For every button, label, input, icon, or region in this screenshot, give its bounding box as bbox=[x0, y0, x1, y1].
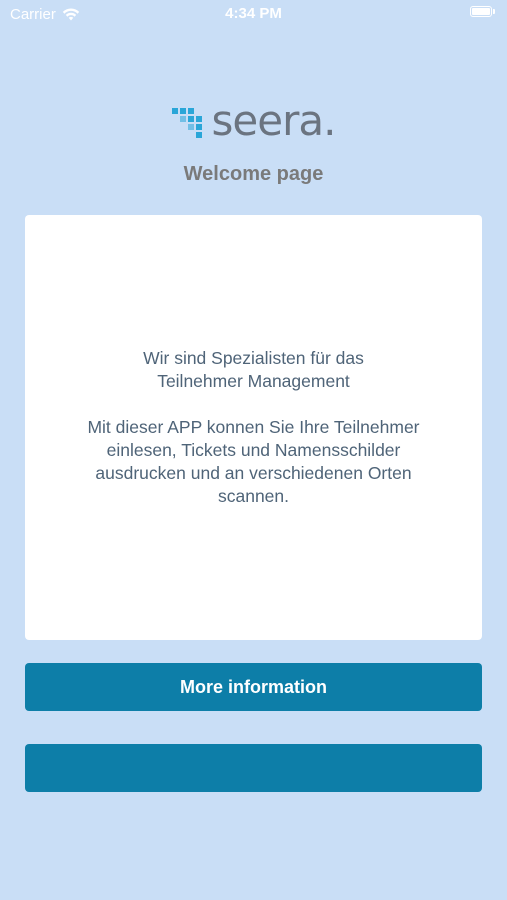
card-body-line: einlesen, Tickets und Namensschilder bbox=[106, 440, 401, 460]
logo-text: seera. bbox=[211, 96, 337, 145]
card-intro-line: Wir sind Spezialisten für das bbox=[143, 348, 364, 368]
status-time: 4:34 PM bbox=[225, 5, 282, 22]
more-information-button[interactable]: More information bbox=[25, 663, 482, 711]
secondary-button[interactable] bbox=[25, 744, 482, 792]
welcome-card: Wir sind Spezialisten für das Teilnehmer… bbox=[25, 215, 482, 640]
card-intro-line: Teilnehmer Management bbox=[157, 371, 350, 391]
battery-icon bbox=[470, 6, 495, 17]
status-bar: Carrier 4:34 PM bbox=[0, 0, 507, 30]
card-body-line: scannen. bbox=[217, 486, 290, 506]
seera-logo: seera. bbox=[0, 100, 507, 142]
card-body-line: ausdrucken und an verschiedenen Orten bbox=[95, 463, 412, 483]
page-title: Welcome page bbox=[183, 163, 324, 185]
card-body-line: Mit dieser APP konnen Sie Ihre Teilnehme… bbox=[87, 417, 420, 437]
more-information-label: More information bbox=[180, 676, 327, 697]
logo-mark-icon bbox=[171, 108, 202, 138]
